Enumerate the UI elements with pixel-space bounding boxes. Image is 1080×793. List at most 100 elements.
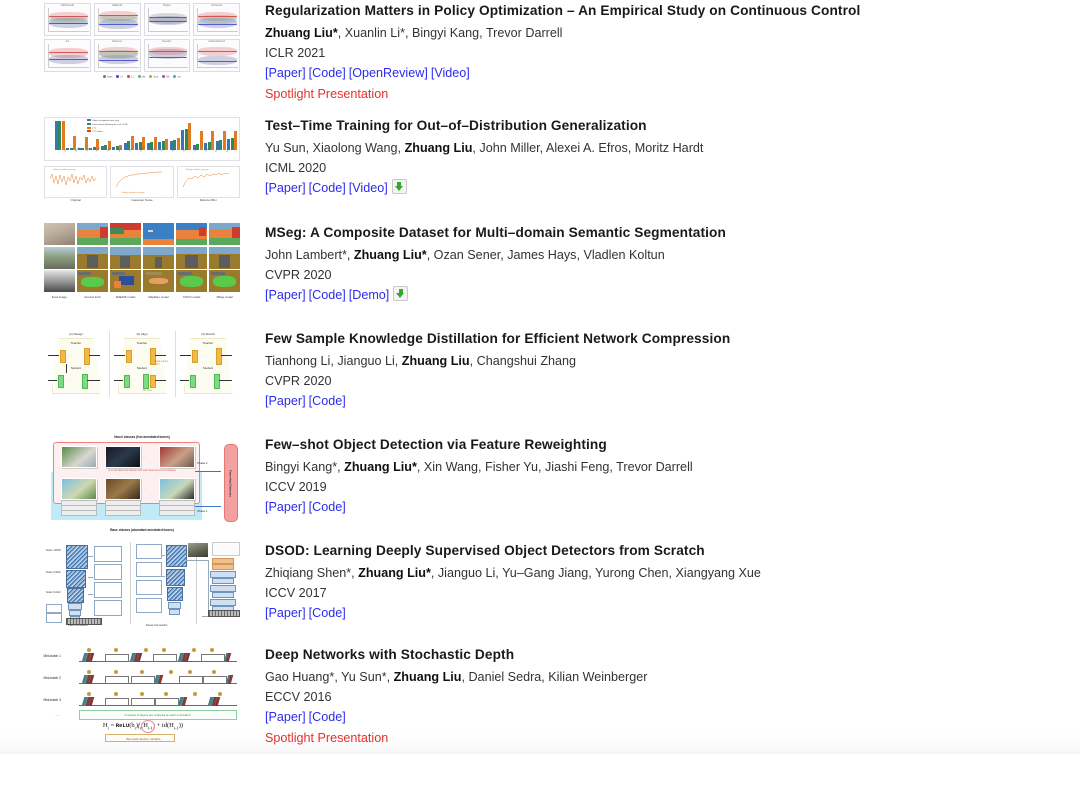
list-item: Novel classes (few annotated boxes) · · … [0, 434, 1080, 540]
arrow-phase-1 [194, 506, 221, 507]
annotation-dropped-layers: A subset of layers are dropped at each m… [78, 710, 237, 720]
link-row: [Paper] [Code] [265, 497, 1080, 517]
publication-info: Deep Networks with Stochastic Depth Gao … [242, 644, 1080, 748]
thumbnail-line-chart-grid: HalfCheetah Walker2d Hopper Humanoid Ant… [42, 0, 242, 93]
segmentation-tile [142, 246, 175, 269]
segmentation-tile [175, 223, 208, 245]
download-icon[interactable] [391, 179, 407, 195]
chart-legend: Object recognition task only Joint train… [87, 119, 128, 134]
list-item: Mini-batch 1 Mini-batch 2 Mini-batch 3 .… [0, 644, 1080, 754]
paper-link[interactable]: [Paper] [265, 606, 306, 620]
code-link[interactable]: [Code] [309, 288, 346, 302]
authors-pre: Zhiqiang Shen*, [265, 565, 359, 580]
list-item: Input image Ground truth ADE20K model Ma… [0, 222, 1080, 328]
segmentation-tile [109, 246, 142, 269]
thumbnail-few-shot-detection-diagram: Novel classes (few annotated boxes) · · … [42, 434, 242, 534]
code-link[interactable]: [Code] [309, 66, 346, 80]
thumbnail-cell: Input image Ground truth ADE20K model Ma… [42, 222, 242, 304]
caption-ground-truth: Ground truth [84, 294, 101, 299]
authors: Zhuang Liu*, Xuanlin Li*, Bingyi Kang, T… [265, 23, 1080, 43]
segmentation-tile [175, 270, 208, 292]
page-title: Regularization Matters in Policy Optimiz… [265, 3, 861, 18]
list-item: Scale 1 38x38 Scale 2 19x19 Scale 3 10x1… [0, 540, 1080, 644]
thumbnail-cell: HalfCheetah Walker2d Hopper Humanoid Ant… [42, 0, 242, 93]
authors-rest: , Daniel Sedra, Kilian Weinberger [461, 669, 648, 684]
page-title: Few Sample Knowledge Distillation for Ef… [265, 331, 731, 346]
thumbnail-bar-chart: Object recognition task only Joint train… [42, 115, 242, 215]
segmentation-tile [76, 223, 109, 245]
download-icon[interactable] [393, 286, 409, 302]
paper-link[interactable]: [Paper] [265, 181, 306, 195]
video-link[interactable]: [Video] [431, 66, 470, 80]
code-link[interactable]: [Code] [309, 710, 346, 724]
code-link[interactable]: [Code] [309, 181, 346, 195]
link-row: [Paper] [Code] [265, 391, 1080, 411]
caption-ade20k-model: ADE20K model [115, 294, 136, 299]
page-title: Test–Time Training for Out–of–Distributi… [265, 118, 647, 133]
authors-pre: Tianhong Li, Jianguo Li, [265, 353, 402, 368]
authors-rest: , Xin Wang, Fisher Yu, Jiashi Feng, Trev… [416, 459, 693, 474]
code-link[interactable]: [Code] [309, 606, 346, 620]
status-badge: Spotlight Presentation [265, 86, 389, 101]
paper-link[interactable]: [Paper] [265, 394, 306, 408]
annotation-least-square-error: Least square error [154, 360, 169, 366]
phase-1-label: Phase 1 [197, 510, 208, 513]
venue: CVPR 2020 [265, 374, 332, 388]
publication-info: Few–shot Object Detection via Feature Re… [242, 434, 1080, 518]
sample-image [158, 478, 195, 500]
publication-info: Few Sample Knowledge Distillation for Ef… [242, 328, 1080, 412]
segmentation-tile [208, 246, 241, 269]
sample-image [158, 446, 195, 468]
authors: Zhiqiang Shen*, Zhuang Liu*, Jianguo Li,… [265, 563, 1080, 583]
caption-defocus-blur: Defocus Blur [199, 198, 217, 202]
venue: ICML 2020 [265, 161, 327, 175]
authors-pre: Gao Huang*, Yu Sun*, [265, 669, 394, 684]
video-link[interactable]: [Video] [349, 181, 388, 195]
input-photo [188, 543, 208, 557]
code-link[interactable]: [Code] [309, 394, 346, 408]
panel-align: (2) Align Teacher · · · Student · · · Le… [110, 331, 176, 397]
status-badge: Spotlight Presentation [265, 730, 389, 745]
paper-link[interactable]: [Paper] [265, 66, 306, 80]
panel-label: (3) Absorb [201, 332, 215, 336]
image-stack [104, 510, 141, 516]
authors-pre: Bingyi Kang*, [265, 459, 345, 474]
thumbnail-teacher-student-diagram: (1) Design Teacher · · · Student · · · (… [42, 328, 242, 414]
segmentation-tile [109, 223, 142, 245]
code-link[interactable]: [Code] [309, 500, 346, 514]
paper-link[interactable]: [Paper] [265, 710, 306, 724]
authors-rest: , Jianguo Li, Yu–Gang Jiang, Yurong Chen… [430, 565, 761, 580]
column-captions: Input image Ground truth ADE20K model Ma… [44, 294, 241, 300]
segmentation-tile [43, 270, 76, 292]
segmentation-tile [208, 270, 241, 292]
diagram-header: Novel classes (few annotated boxes) [114, 435, 170, 439]
highlight-ellipse [140, 720, 155, 733]
link-row: [Paper] [Code] [OpenReview] [Video] [265, 63, 1080, 83]
demo-link[interactable]: [Demo] [349, 288, 390, 302]
caption-original: Original [70, 198, 81, 202]
segmentation-tile [142, 223, 175, 245]
highlight-author: Zhuang Liu [401, 353, 470, 368]
thumbnail-cell: Object recognition task only Joint train… [42, 115, 242, 215]
sample-image [60, 446, 97, 468]
authors: Yu Sun, Xiaolong Wang, Zhuang Liu, John … [265, 138, 1080, 158]
authors: Bingyi Kang*, Zhuang Liu*, Xin Wang, Fis… [265, 457, 1080, 477]
panel-label: (1) Design [69, 332, 83, 336]
caption-mseg-model: MSeg model [216, 294, 233, 299]
row-label-mini-batch-2: Mini-batch 2 [43, 676, 61, 680]
image-stack [60, 510, 97, 516]
paper-link[interactable]: [Paper] [265, 288, 306, 302]
chart-legend: base L2 L1 clip drop BN ent [44, 75, 240, 79]
link-row: [Paper] [Code] [Demo] [265, 285, 1080, 305]
highlight-author: Zhuang Liu [404, 140, 473, 155]
bottom-label-plain: Plain Connection [68, 624, 88, 627]
annotation-1x1-conv: 1x1 conv [142, 389, 153, 392]
openreview-link[interactable]: [OpenReview] [349, 66, 428, 80]
thumbnail-cell: Novel classes (few annotated boxes) · · … [42, 434, 242, 534]
caption-gaussian-noise: Gaussian Noise [131, 198, 153, 202]
paper-link[interactable]: [Paper] [265, 500, 306, 514]
publication-info: Test–Time Training for Out–of–Distributi… [242, 115, 1080, 199]
segmentation-tile [109, 270, 142, 292]
venue: ECCV 2016 [265, 690, 332, 704]
publication-info: Regularization Matters in Policy Optimiz… [242, 0, 1080, 104]
